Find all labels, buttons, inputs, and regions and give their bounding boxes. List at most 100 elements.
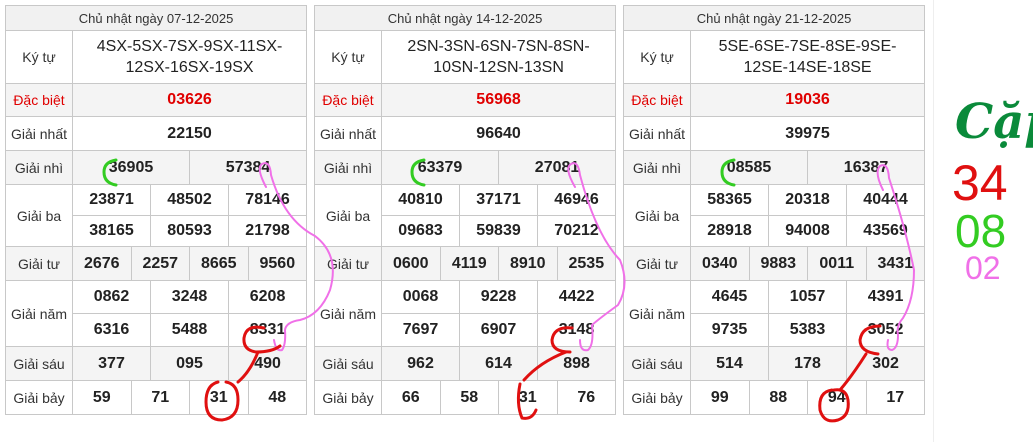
fourth-prize-number: 8910 — [498, 246, 558, 281]
sixth-prize-number: 898 — [536, 346, 617, 381]
lottery-result-table-1: Chủ nhật ngày 07-12-2025 Ký tự 4SX-5SX-7SX… — [4, 5, 308, 415]
row-label-ky-tu: Ký tự — [5, 30, 73, 84]
ky-tu-codes: 5SE-6SE-7SE-8SE-9SE- 12SE-14SE-18SE — [689, 30, 926, 84]
row-label-giai-ba: Giải ba — [314, 184, 382, 247]
fifth-prize-number: 4422 — [536, 280, 617, 314]
fifth-prize-number: 3248 — [150, 280, 229, 314]
fourth-prize-number: 0011 — [807, 246, 867, 281]
third-prize-number: 20318 — [768, 184, 847, 216]
second-prize-number: 63379 — [381, 150, 499, 185]
draw-date: Chủ nhật ngày 07-12-2025 — [4, 5, 308, 31]
special-prize-number: 19036 — [689, 83, 926, 117]
lottery-result-table-3: Chủ nhật ngày 21-12-2025 Ký tự 5SE-6SE-7SE… — [622, 5, 926, 415]
row-label-giai-nhi: Giải nhì — [5, 150, 73, 185]
fifth-prize-number: 0862 — [72, 280, 151, 314]
third-prize-number: 09683 — [381, 215, 460, 247]
fifth-prize-number: 8331 — [227, 313, 308, 347]
fifth-prize-number: 4391 — [845, 280, 926, 314]
fifth-prize-number: 9735 — [690, 313, 769, 347]
fourth-prize-number: 9560 — [247, 246, 308, 281]
first-prize-number: 39975 — [689, 116, 926, 151]
fourth-prize-number: 3431 — [865, 246, 926, 281]
first-prize-number: 96640 — [380, 116, 617, 151]
row-label-ky-tu: Ký tự — [623, 30, 691, 84]
row-label-giai-sau: Giải sáu — [314, 346, 382, 381]
row-label-giai-tu: Giải tư — [623, 246, 691, 281]
sixth-prize-number: 490 — [227, 346, 308, 381]
ky-tu-line-2: 12SX-16SX-19SX — [125, 59, 254, 76]
row-label-giai-bay: Giải bảy — [314, 380, 382, 415]
row-label-giai-tu: Giải tư — [314, 246, 382, 281]
fourth-prize-number: 2257 — [130, 246, 190, 281]
seventh-prize-number: 99 — [690, 380, 750, 415]
third-prize-number: 58365 — [690, 184, 769, 216]
row-label-giai-nam: Giải năm — [623, 280, 691, 347]
third-prize-number: 23871 — [72, 184, 151, 216]
first-prize-number: 22150 — [71, 116, 308, 151]
third-prize-number: 46946 — [536, 184, 617, 216]
ky-tu-line-1: 2SN-3SN-6SN-7SN-8SN- — [407, 38, 590, 55]
third-prize-number: 59839 — [459, 215, 538, 247]
fifth-prize-number: 1057 — [768, 280, 847, 314]
row-label-giai-bay: Giải bảy — [5, 380, 73, 415]
draw-date: Chủ nhật ngày 14-12-2025 — [313, 5, 617, 31]
seventh-prize-number: 31 — [189, 380, 249, 415]
third-prize-number: 43569 — [845, 215, 926, 247]
row-label-giai-nhat: Giải nhất — [5, 116, 73, 151]
third-prize-number: 38165 — [72, 215, 151, 247]
row-label-giai-nhat: Giải nhất — [314, 116, 382, 151]
fourth-prize-number: 4119 — [439, 246, 499, 281]
row-label-giai-sau: Giải sáu — [623, 346, 691, 381]
sixth-prize-number: 095 — [150, 346, 229, 381]
seventh-prize-number: 58 — [439, 380, 499, 415]
sixth-prize-number: 302 — [845, 346, 926, 381]
row-label-ky-tu: Ký tự — [314, 30, 382, 84]
third-prize-number: 21798 — [227, 215, 308, 247]
third-prize-number: 80593 — [150, 215, 229, 247]
lottery-result-table-2: Chủ nhật ngày 14-12-2025 Ký tự 2SN-3SN-6SN… — [313, 5, 617, 415]
third-prize-number: 78146 — [227, 184, 308, 216]
third-prize-number: 48502 — [150, 184, 229, 216]
ky-tu-line-1: 4SX-5SX-7SX-9SX-11SX- — [96, 38, 283, 55]
third-prize-number: 40810 — [381, 184, 460, 216]
note-title: Cặp — [955, 94, 1033, 150]
special-prize-number: 03626 — [71, 83, 308, 117]
third-prize-number: 94008 — [768, 215, 847, 247]
second-prize-number: 16387 — [806, 150, 926, 185]
row-label-giai-tu: Giải tư — [5, 246, 73, 281]
page-divider — [933, 0, 934, 442]
ky-tu-codes: 2SN-3SN-6SN-7SN-8SN- 10SN-12SN-13SN — [380, 30, 617, 84]
draw-date: Chủ nhật ngày 21-12-2025 — [622, 5, 926, 31]
sixth-prize-number: 614 — [459, 346, 538, 381]
seventh-prize-number: 94 — [807, 380, 867, 415]
sixth-prize-number: 962 — [381, 346, 460, 381]
third-prize-number: 70212 — [536, 215, 617, 247]
ky-tu-line-1: 5SE-6SE-7SE-8SE-9SE- — [718, 38, 897, 55]
second-prize-number: 57384 — [188, 150, 308, 185]
fourth-prize-number: 0600 — [381, 246, 441, 281]
fifth-prize-number: 4645 — [690, 280, 769, 314]
row-label-giai-ba: Giải ba — [623, 184, 691, 247]
sixth-prize-number: 178 — [768, 346, 847, 381]
row-label-giai-nhat: Giải nhất — [623, 116, 691, 151]
third-prize-number: 40444 — [845, 184, 926, 216]
note-line-red: 34 — [952, 155, 1008, 211]
seventh-prize-number: 71 — [130, 380, 190, 415]
row-label-giai-sau: Giải sáu — [5, 346, 73, 381]
row-label-dac-biet: Đặc biệt — [314, 83, 382, 117]
seventh-prize-number: 88 — [748, 380, 808, 415]
seventh-prize-number: 48 — [247, 380, 308, 415]
fifth-prize-number: 6907 — [459, 313, 538, 347]
second-prize-number: 08585 — [690, 150, 808, 185]
special-prize-number: 56968 — [380, 83, 617, 117]
sixth-prize-number: 377 — [72, 346, 151, 381]
ky-tu-codes: 4SX-5SX-7SX-9SX-11SX- 12SX-16SX-19SX — [71, 30, 308, 84]
fifth-prize-number: 0068 — [381, 280, 460, 314]
second-prize-number: 27081 — [497, 150, 617, 185]
fourth-prize-number: 2535 — [556, 246, 617, 281]
fourth-prize-number: 2676 — [72, 246, 132, 281]
seventh-prize-number: 66 — [381, 380, 441, 415]
row-label-giai-nam: Giải năm — [5, 280, 73, 347]
fifth-prize-number: 3148 — [536, 313, 617, 347]
ky-tu-line-2: 12SE-14SE-18SE — [743, 59, 872, 76]
